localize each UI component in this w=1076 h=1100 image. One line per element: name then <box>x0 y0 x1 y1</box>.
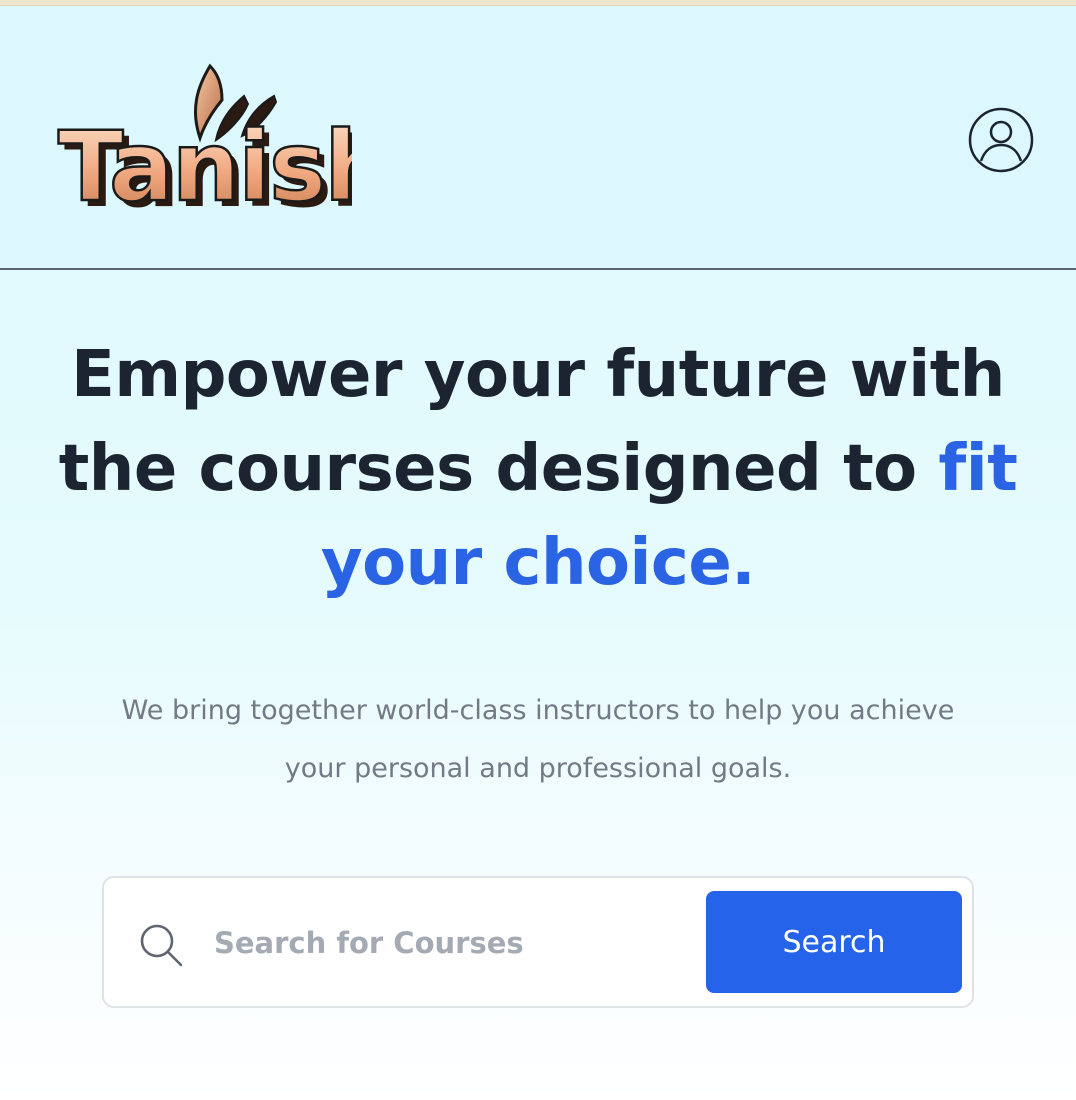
hero-subtitle: We bring together world-class instructor… <box>121 695 955 784</box>
user-circle-icon <box>968 107 1034 173</box>
profile-button[interactable] <box>968 107 1034 173</box>
logo-text: Tanish <box>58 111 352 221</box>
search-icon <box>138 922 184 968</box>
hero-section: Empower your future with the courses des… <box>0 270 1076 1100</box>
headline-text: Empower your future with the courses des… <box>58 338 1006 506</box>
search-button[interactable]: Search <box>706 891 962 993</box>
course-search-bar: Search <box>102 876 974 1008</box>
search-input[interactable] <box>214 914 694 972</box>
site-header: Tanish Tanish <box>0 6 1076 270</box>
logo-graphic: Tanish Tanish <box>57 63 352 221</box>
hero-headline: Empower your future with the courses des… <box>40 328 1036 610</box>
tanish-logo[interactable]: Tanish Tanish <box>52 56 352 221</box>
